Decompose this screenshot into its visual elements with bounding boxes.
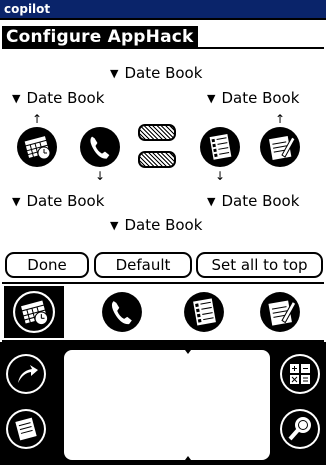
graffiti-input-area[interactable] bbox=[64, 350, 270, 460]
dropdown-upper-left[interactable]: ▼ Date Book bbox=[12, 89, 104, 108]
memo-icon bbox=[260, 127, 300, 167]
dropdown-upper-right-label: Date Book bbox=[221, 89, 300, 107]
phone-icon bbox=[102, 292, 142, 332]
scroll-up-button-icon bbox=[138, 124, 176, 141]
dropdown-arrow-icon: ▼ bbox=[12, 195, 21, 208]
dropdown-lower-left-label: Date Book bbox=[26, 192, 105, 210]
todo-icon bbox=[184, 292, 224, 332]
graffiti-divider-top-mark bbox=[185, 350, 191, 354]
calculator-icon[interactable] bbox=[280, 354, 320, 394]
up-arrow-icon: ↑ bbox=[31, 112, 43, 126]
dropdown-upper-right[interactable]: ▼ Date Book bbox=[207, 89, 299, 108]
graffiti-divider-bottom-mark bbox=[185, 456, 191, 460]
tabbar-top-rule bbox=[2, 282, 324, 284]
dropdown-lower-right[interactable]: ▼ Date Book bbox=[207, 192, 299, 211]
dropdown-arrow-icon: ▼ bbox=[207, 195, 216, 208]
scroll-down-button-icon bbox=[138, 151, 176, 168]
datebook-icon bbox=[17, 127, 57, 167]
done-button[interactable]: Done bbox=[5, 252, 89, 278]
todo-icon bbox=[200, 127, 240, 167]
up-arrow-icon: ↑ bbox=[274, 112, 286, 126]
tab-memo[interactable] bbox=[250, 286, 310, 338]
form-title: Configure AppHack bbox=[6, 27, 194, 47]
tab-todo[interactable] bbox=[174, 286, 234, 338]
dropdown-bottom-center[interactable]: ▼ Date Book bbox=[110, 216, 202, 235]
dropdown-arrow-icon: ▼ bbox=[207, 92, 216, 105]
frame-border bbox=[0, 18, 326, 20]
form-title-underline bbox=[2, 47, 324, 49]
set-all-to-top-button[interactable]: Set all to top bbox=[196, 252, 323, 278]
dropdown-top-center-label: Date Book bbox=[124, 64, 203, 82]
datebook-icon bbox=[13, 291, 55, 333]
dropdown-top-center[interactable]: ▼ Date Book bbox=[110, 64, 202, 83]
applications-icon[interactable] bbox=[6, 354, 46, 394]
down-arrow-icon: ↓ bbox=[94, 169, 106, 183]
find-icon[interactable] bbox=[280, 409, 320, 449]
dropdown-upper-left-label: Date Book bbox=[26, 89, 105, 107]
default-button[interactable]: Default bbox=[94, 252, 192, 278]
menu-icon[interactable] bbox=[6, 409, 46, 449]
tab-datebook[interactable] bbox=[4, 286, 64, 338]
tab-phone[interactable] bbox=[92, 286, 152, 338]
dropdown-arrow-icon: ▼ bbox=[12, 92, 21, 105]
dropdown-bottom-center-label: Date Book bbox=[124, 216, 203, 234]
dropdown-arrow-icon: ▼ bbox=[110, 67, 119, 80]
phone-icon bbox=[80, 127, 120, 167]
memo-icon bbox=[260, 292, 300, 332]
window-title: copilot bbox=[4, 2, 51, 16]
dropdown-lower-left[interactable]: ▼ Date Book bbox=[12, 192, 104, 211]
dropdown-arrow-icon: ▼ bbox=[110, 219, 119, 232]
down-arrow-icon: ↓ bbox=[214, 169, 226, 183]
dropdown-lower-right-label: Date Book bbox=[221, 192, 300, 210]
